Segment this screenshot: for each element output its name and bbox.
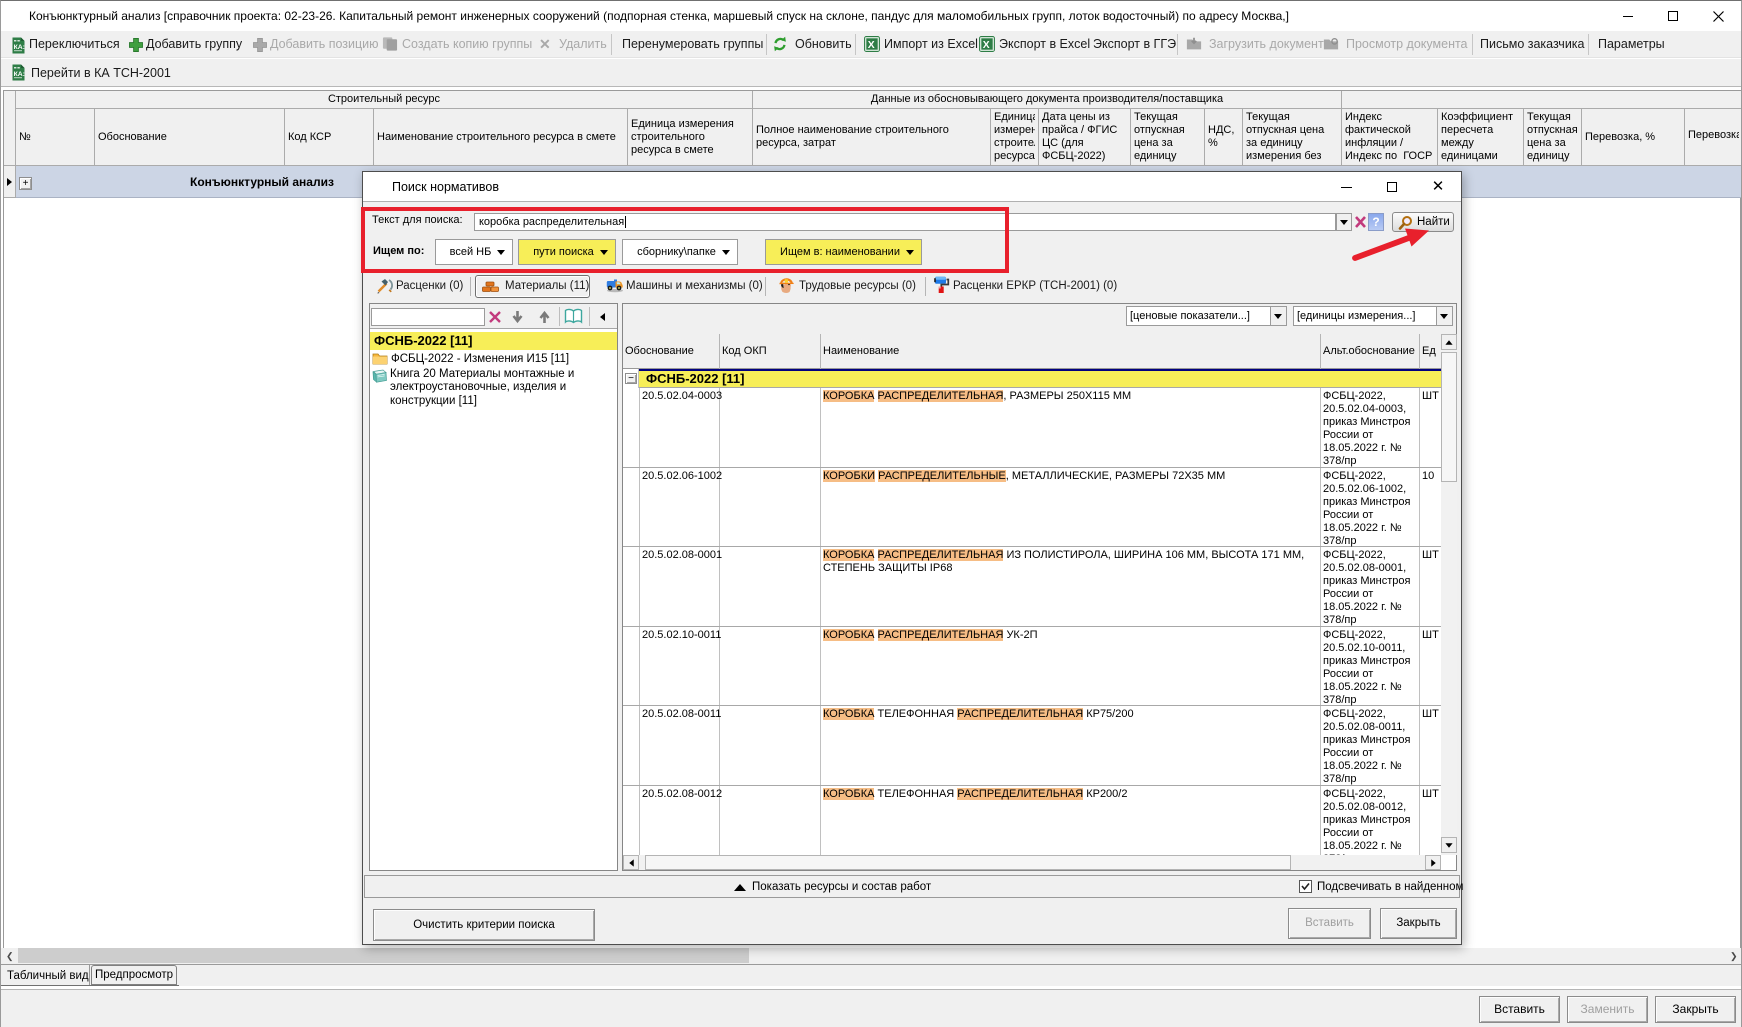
svg-text:X: X: [983, 40, 990, 51]
svg-text:X: X: [868, 40, 875, 51]
svg-text:КА:: КА:: [14, 71, 25, 78]
svg-text:КА:: КА:: [14, 44, 25, 51]
